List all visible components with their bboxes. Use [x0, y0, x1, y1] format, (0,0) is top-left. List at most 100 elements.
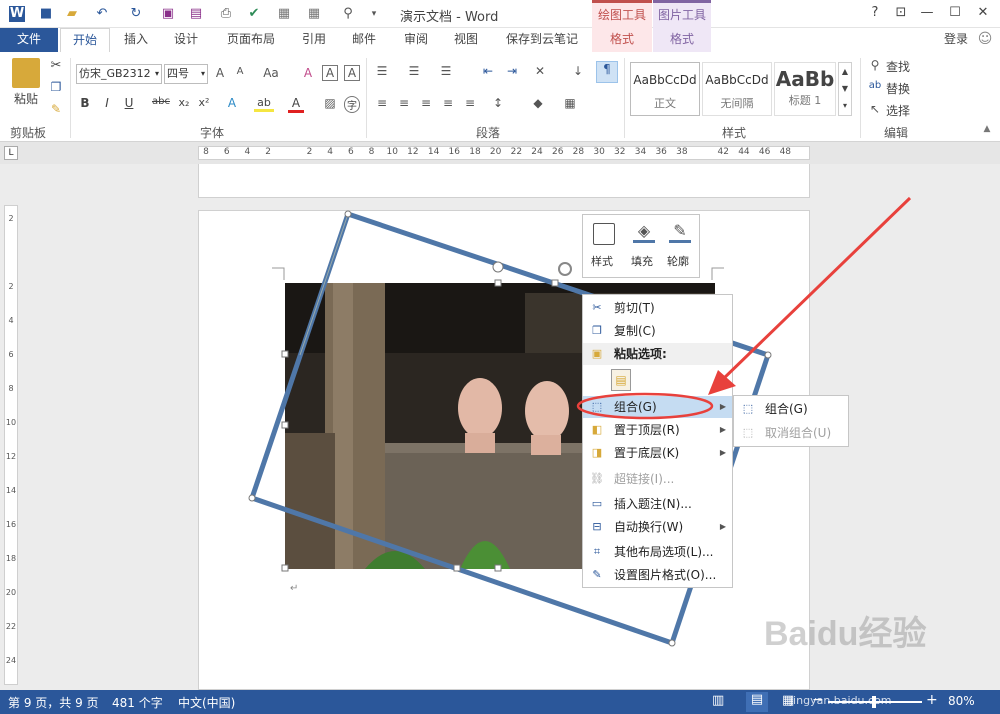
tab-drawing-format[interactable]: 格式	[592, 28, 652, 52]
bold-button[interactable]: B	[78, 96, 92, 110]
open-folder-icon[interactable]: ▰	[64, 6, 80, 22]
multilevel-list-icon[interactable]: ☰	[438, 64, 454, 78]
language[interactable]: 中文(中国)	[178, 694, 235, 711]
align-right-icon[interactable]: ≡	[418, 96, 434, 110]
maximize-icon[interactable]: ☐	[942, 5, 968, 23]
tab-home[interactable]: 开始	[60, 28, 110, 52]
borders-icon[interactable]: ▦	[306, 6, 322, 22]
tab-cloud-note[interactable]: 保存到云笔记	[498, 28, 586, 52]
text-effect-icon[interactable]: A	[224, 96, 240, 110]
copy-icon[interactable]: ❐	[48, 80, 64, 94]
decrease-indent-icon[interactable]: ⇤	[480, 64, 496, 78]
tab-references[interactable]: 引用	[294, 28, 334, 52]
format-painter-icon[interactable]: ✎	[48, 102, 64, 116]
tab-layout[interactable]: 页面布局	[222, 28, 280, 52]
underline-button[interactable]: U	[122, 96, 136, 110]
char-border-icon[interactable]: A	[344, 65, 360, 81]
spellcheck-icon[interactable]: ✔	[246, 6, 262, 22]
menu-item-more-layout[interactable]: ⌗ 其他布局选项(L)...	[583, 541, 732, 563]
sort-icon[interactable]: ↓	[570, 64, 586, 78]
zoom-slider[interactable]	[828, 696, 922, 708]
chinese-layout-icon[interactable]: ✕	[532, 64, 548, 78]
zoom-out-icon[interactable]: −	[812, 692, 824, 708]
tab-file[interactable]: 文件	[0, 28, 58, 52]
font-size-combo[interactable]: 四号 ▾	[164, 64, 208, 84]
style-no-spacing[interactable]: AaBbCcDd 无间隔	[702, 62, 772, 116]
ruler-tick-label: 30	[593, 147, 605, 157]
menu-item-insert-caption[interactable]: ▭ 插入题注(N)...	[583, 493, 732, 515]
bullets-icon[interactable]: ☰	[374, 64, 390, 78]
collapse-ribbon-icon[interactable]: ▲	[980, 124, 994, 134]
align-left-icon[interactable]: ≡	[374, 96, 390, 110]
tab-insert[interactable]: 插入	[114, 28, 158, 52]
shading-icon[interactable]: ▨	[322, 96, 338, 110]
superscript-button[interactable]: x²	[196, 96, 212, 109]
read-mode-icon[interactable]: ▥	[712, 693, 724, 708]
zoom-level[interactable]: 80%	[948, 694, 975, 708]
zoom-slider-thumb[interactable]	[872, 696, 876, 708]
distribute-icon[interactable]: ≡	[462, 96, 478, 110]
save-as-icon[interactable]: ▣	[160, 6, 176, 22]
select-button[interactable]: 选择	[886, 102, 910, 119]
menu-item-send-back[interactable]: ◨ 置于底层(K) ▶	[583, 442, 732, 464]
replace-button[interactable]: 替换	[886, 80, 910, 97]
ruler-tick-label: 42	[717, 147, 729, 157]
print-layout-icon[interactable]: ▤	[746, 692, 768, 712]
tab-selector[interactable]: L	[4, 146, 18, 160]
menu-item-text-wrap[interactable]: ⊟ 自动换行(W) ▶	[583, 516, 732, 538]
customize-qat-icon[interactable]: ▾	[366, 6, 382, 22]
show-marks-icon[interactable]: ¶	[596, 61, 618, 83]
cut-scissors-icon[interactable]: ✂	[48, 58, 64, 73]
help-button[interactable]: ?	[862, 5, 888, 23]
increase-indent-icon[interactable]: ⇥	[504, 64, 520, 78]
login-link[interactable]: 登录	[938, 28, 974, 52]
find-binoculars-icon[interactable]: ⚲	[340, 6, 356, 22]
save-icon[interactable]: ■	[38, 6, 54, 22]
save-copy-icon[interactable]: ▤	[188, 6, 204, 22]
paste-clipboard-icon[interactable]	[12, 58, 40, 88]
page-count[interactable]: 第 9 页，共 9 页	[8, 694, 99, 711]
strikethrough-button[interactable]: abc	[150, 96, 172, 107]
word-count[interactable]: 481 个字	[112, 694, 163, 711]
redo-icon[interactable]: ↻	[128, 6, 144, 22]
vertical-ruler[interactable]: 2 2 4 6 8 10 12 14 16 18 20 22 24	[4, 205, 18, 685]
paste-button[interactable]: 粘贴	[8, 90, 44, 107]
tab-view[interactable]: 视图	[446, 28, 486, 52]
style-heading-1[interactable]: AaBb 标题 1	[774, 62, 836, 116]
ruler-tick-label: 8	[203, 147, 209, 157]
tab-design[interactable]: 设计	[164, 28, 208, 52]
highlight-icon[interactable]: ab	[254, 96, 274, 112]
font-color-icon[interactable]: A	[288, 96, 304, 113]
styles-scroll[interactable]: ▲ ▼ ▾	[838, 62, 852, 116]
style-normal[interactable]: AaBbCcDd 正文	[630, 62, 700, 116]
zoom-in-icon[interactable]: +	[926, 692, 938, 708]
italic-button[interactable]: I	[100, 96, 114, 110]
menu-item-format-picture[interactable]: ✎ 设置图片格式(O)...	[583, 564, 732, 586]
numbering-icon[interactable]: ☰	[406, 64, 422, 78]
paragraph-shading-icon[interactable]: ◆	[530, 96, 546, 110]
ribbon-display-icon[interactable]: ⊡	[888, 5, 914, 23]
clear-format-icon[interactable]: A	[300, 66, 316, 80]
phonetic-guide-icon[interactable]: A	[322, 65, 338, 81]
account-icon[interactable]: ☺	[974, 28, 996, 52]
table-icon[interactable]: ▦	[276, 6, 292, 22]
grow-font-icon[interactable]: A	[212, 66, 228, 80]
align-center-icon[interactable]: ≡	[396, 96, 412, 110]
tab-picture-format[interactable]: 格式	[653, 28, 711, 52]
tab-review[interactable]: 审阅	[396, 28, 436, 52]
tab-mailings[interactable]: 邮件	[344, 28, 384, 52]
minimize-icon[interactable]: —	[914, 5, 940, 23]
find-button[interactable]: 查找	[886, 58, 910, 75]
ruler-bar[interactable]: 8 6 4 2 2 4 6 8 10 12 14 16 18 20 22 24 26 28 30 32 34 36 38 42…	[198, 146, 810, 160]
close-icon[interactable]: ✕	[970, 5, 996, 23]
change-case-icon[interactable]: Aa	[260, 66, 282, 80]
enclose-char-icon[interactable]: 字	[344, 96, 360, 113]
shrink-font-icon[interactable]: A	[232, 66, 248, 77]
subscript-button[interactable]: x₂	[176, 96, 192, 109]
undo-icon[interactable]: ↶	[94, 6, 110, 22]
line-spacing-icon[interactable]: ↕	[490, 96, 506, 110]
print-preview-icon[interactable]: ⎙	[218, 6, 234, 22]
font-name-combo[interactable]: 仿宋_GB2312 ▾	[76, 64, 162, 84]
justify-icon[interactable]: ≡	[440, 96, 456, 110]
paragraph-borders-icon[interactable]: ▦	[562, 96, 578, 110]
